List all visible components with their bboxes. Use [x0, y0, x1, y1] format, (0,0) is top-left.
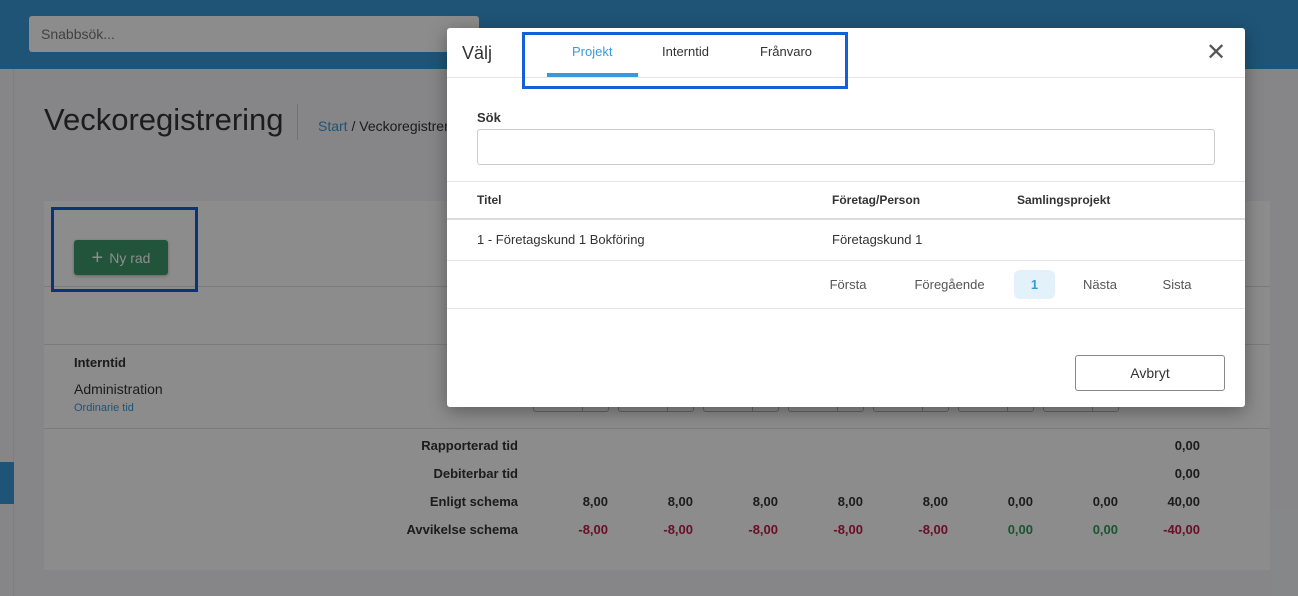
pagination-next[interactable]: Nästa	[1072, 270, 1128, 299]
search-label: Sök	[477, 110, 501, 125]
table-cell-foretag[interactable]: Företagskund 1	[832, 232, 922, 247]
pagination-last[interactable]: Sista	[1150, 270, 1204, 299]
search-input[interactable]	[477, 129, 1215, 165]
cancel-button[interactable]: Avbryt	[1075, 355, 1225, 391]
close-icon[interactable]: ✕	[1205, 41, 1227, 65]
divider	[447, 181, 1245, 182]
pagination-previous[interactable]: Föregående	[902, 270, 997, 299]
divider	[447, 308, 1245, 309]
highlight-box-tabs	[522, 32, 848, 89]
dialog-title: Välj	[462, 43, 493, 63]
divider	[447, 218, 1245, 220]
pagination-first[interactable]: Första	[817, 270, 879, 299]
column-header-foretag[interactable]: Företag/Person	[832, 193, 920, 207]
table-cell-titel[interactable]: 1 - Företagskund 1 Bokföring	[477, 232, 645, 247]
pagination-current-page[interactable]: 1	[1014, 270, 1055, 299]
divider	[447, 260, 1245, 261]
column-header-samlingsprojekt[interactable]: Samlingsprojekt	[1017, 193, 1110, 207]
column-header-titel[interactable]: Titel	[477, 193, 501, 207]
